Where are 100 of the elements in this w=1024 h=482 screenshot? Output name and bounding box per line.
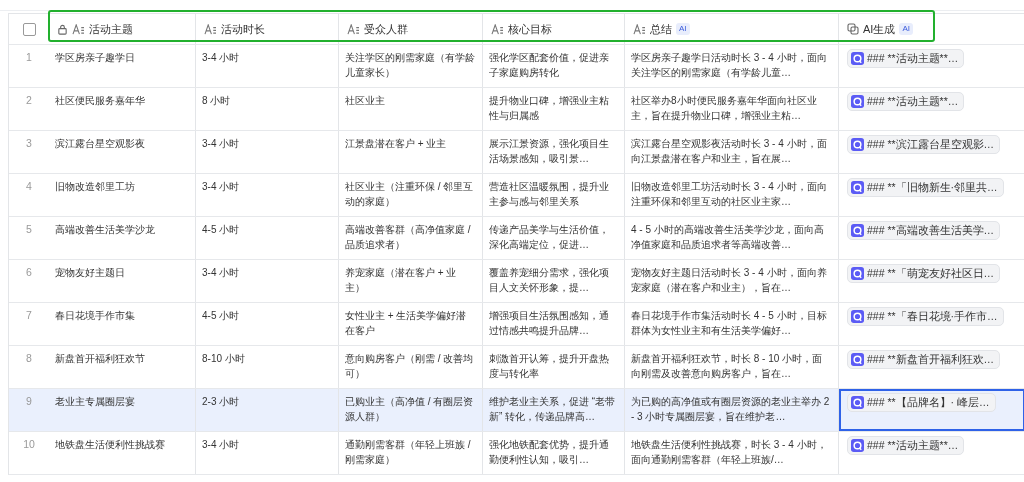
column-header-cell[interactable]: 核心目标: [483, 14, 625, 44]
table-cell-text: 社区举办8小时便民服务嘉年华面向社区业主，旨在提升物业口碑，增强业主粘…: [631, 94, 818, 123]
select-all-checkbox[interactable]: [22, 22, 36, 36]
ai-spark-icon: [851, 224, 864, 237]
ai-spark-icon: [851, 396, 864, 409]
table-cell-text: 高端改善生活美学沙龙: [55, 223, 156, 237]
table-cell-text: 宠物友好主题日活动时长 3 - 4 小时，面向养宠家庭（潜在客户和业主），旨在…: [631, 266, 828, 295]
table-cell-text: 养宠家庭（潜在客户 + 业主）: [345, 266, 458, 295]
table-row[interactable]: 4 旧物改造邻里工坊 3-4 小时 社区业主（注重环保 / 邻里互动的家庭） 营造社区温暖氛围，提升业主参与感与邻里关系 旧物改造邻里工坊活动时长 3 - 4 小时，面向注重环保和邻里互动的社区业主家… ### **「旧物新生·邻里共…: [9, 174, 1024, 217]
column-title: 总结: [650, 21, 672, 37]
row-number: 7: [26, 308, 32, 323]
table-cell-text: 3-4 小时: [202, 51, 241, 65]
ai-cell[interactable]: ### **高端改善生活美学…: [839, 217, 1024, 259]
ai-spark-icon: [851, 95, 864, 108]
table-cell-text: 学区房亲子趣学日: [55, 51, 136, 65]
row-number: 8: [26, 351, 32, 366]
row-number: 5: [26, 222, 32, 237]
table-cell-text: 学区房亲子趣学日活动时长 3 - 4 小时，面向关注学区的刚需家庭（有学龄儿童…: [631, 51, 828, 80]
table-cell-text: 提升物业口碑，增强业主粘性与归属感: [489, 94, 610, 123]
ai-cell[interactable]: ### **新盘首开福利狂欢…: [839, 346, 1024, 388]
lock-icon: [57, 23, 68, 35]
ai-spark-icon: [851, 267, 864, 280]
column-header-cell[interactable]: 活动时长: [196, 14, 339, 44]
text-field-icon: [347, 23, 360, 35]
table-cell-text: 8-10 小时: [202, 352, 246, 366]
table-cell-text: 覆盖养宠细分需求，强化项目人文关怀形象，提…: [489, 266, 610, 295]
ai-cell[interactable]: ### **活动主题**…: [839, 88, 1024, 130]
table-cell-text: 3-4 小时: [202, 266, 241, 280]
table-cell-text: 维护老业主关系，促进 “老带新” 转化，传递品牌高…: [489, 395, 617, 424]
ai-result-chip[interactable]: ### **「春日花境·手作市…: [847, 307, 1004, 326]
column-header-cell[interactable]: 总结 AI: [625, 14, 839, 44]
column-title: 活动时长: [221, 21, 265, 37]
table-cell-text: 4-5 小时: [202, 309, 241, 323]
ai-spark-icon: [851, 138, 864, 151]
ai-cell[interactable]: ### **「旧物新生·邻里共…: [839, 174, 1024, 216]
row-number: 3: [26, 136, 32, 151]
column-header-cell[interactable]: AI生成 AI: [839, 14, 1024, 44]
row-number: 6: [26, 265, 32, 280]
table-row[interactable]: 2 社区便民服务嘉年华 8 小时 社区业主 提升物业口碑，增强业主粘性与归属感 社区举办8小时便民服务嘉年华面向社区业主，旨在提升物业口碑，增强业主粘… ### **活动主题**…: [9, 88, 1024, 131]
table-row[interactable]: 5 高端改善生活美学沙龙 4-5 小时 高端改善客群（高净值家庭 / 品质追求者） 传递产品美学与生活价值，深化高端定位，促进… 4 - 5 小时的高端改善生活美学沙龙，面向高净值家庭和品质追求者等高端改善… ### **高端改善生活美学…: [9, 217, 1024, 260]
ai-result-chip[interactable]: ### **活动主题**…: [847, 49, 965, 68]
ai-spark-icon: [851, 439, 864, 452]
text-field-icon: [491, 23, 504, 35]
ai-cell[interactable]: ### **「春日花境·手作市…: [839, 303, 1024, 345]
copy-field-icon: [847, 23, 859, 35]
table-cell-text: 4-5 小时: [202, 223, 241, 237]
table-cell-text: 3-4 小时: [202, 137, 241, 151]
table-cell-text: 宠物友好主题日: [55, 266, 126, 280]
table-cell-text: 春日花境手作市集: [55, 309, 136, 323]
table-cell-text: 社区便民服务嘉年华: [55, 94, 146, 108]
ai-result-chip[interactable]: ### **新盘首开福利狂欢…: [847, 350, 1001, 369]
table-row[interactable]: 3 滨江露台星空观影夜 3-4 小时 江景盘潜在客户 + 业主 展示江景资源，强化项目生活场景感知，吸引景… 滨江露台星空观影夜活动时长 3 - 4 小时，面向江景盘潜在客户和业主，旨在展… ### **滨江露台星空观影…: [9, 131, 1024, 174]
column-title: 核心目标: [508, 21, 552, 37]
row-number: 2: [26, 93, 32, 108]
table-row[interactable]: 10 地铁盘生活便利性挑战赛 3-4 小时 通勤刚需客群（年轻上班族 / 刚需家庭） 强化地铁配套优势，提升通勤便利性认知，吸引… 地铁盘生活便利性挑战赛，时长 3 - 4 小时，面向通勤刚需客群（年轻上班族/… ### **活动主题**…: [9, 432, 1024, 475]
ai-cell[interactable]: ### **【品牌名】· 峰层…: [839, 389, 1024, 431]
table-row[interactable]: 7 春日花境手作市集 4-5 小时 女性业主 + 生活美学偏好潜在客户 增强项目生活氛围感知，通过情感共鸣提升品牌… 春日花境手作市集活动时长 4 - 5 小时，目标群体为女性业主和有生活美学偏好… ### **「春日花境·手作市…: [9, 303, 1024, 346]
row-number: 4: [26, 179, 32, 194]
table-cell-text: 滨江露台星空观影夜: [55, 137, 146, 151]
ai-cell[interactable]: ### **活动主题**…: [839, 432, 1024, 474]
row-number: 1: [26, 50, 32, 65]
table-cell-text: 女性业主 + 生活美学偏好潜在客户: [345, 309, 468, 338]
table-cell-text: 旧物改造邻里工坊活动时长 3 - 4 小时，面向注重环保和邻里互动的社区业主家…: [631, 180, 828, 209]
table-row[interactable]: 9 老业主专属圈层宴 2-3 小时 已购业主（高净值 / 有圈层资源人群） 维护老业主关系，促进 “老带新” 转化，传递品牌高… 为已购的高净值或有圈层资源的老业主举办 2 - 3 小时专属圈层宴，旨在维护老… ### **【品牌名】· 峰层…: [9, 389, 1024, 432]
ai-result-chip[interactable]: ### **高端改善生活美学…: [847, 221, 1001, 240]
ai-result-chip[interactable]: ### **「旧物新生·邻里共…: [847, 178, 1004, 197]
ai-result-chip[interactable]: ### **「萌宠友好社区日…: [847, 264, 1001, 283]
text-field-icon: [633, 23, 646, 35]
table-cell-text: 已购业主（高净值 / 有圈层资源人群）: [345, 395, 475, 424]
table-cell-text: 增强项目生活氛围感知，通过情感共鸣提升品牌…: [489, 309, 610, 338]
table-cell-text: 滨江露台星空观影夜活动时长 3 - 4 小时，面向江景盘潜在客户和业主，旨在展…: [631, 137, 828, 166]
column-header-cell[interactable]: 活动主题: [49, 14, 196, 44]
table-cell-text: 地铁盘生活便利性挑战赛: [55, 438, 166, 452]
table-cell-text: 为已购的高净值或有圈层资源的老业主举办 2 - 3 小时专属圈层宴，旨在维护老…: [631, 395, 831, 424]
column-title: AI生成: [863, 21, 896, 37]
table-cell-text: 3-4 小时: [202, 438, 241, 452]
table-cell-text: 江景盘潜在客户 + 业主: [345, 137, 448, 151]
ai-result-chip[interactable]: ### **滨江露台星空观影…: [847, 135, 1001, 154]
table-row[interactable]: 1 学区房亲子趣学日 3-4 小时 关注学区的刚需家庭（有学龄儿童家长） 强化学区配套价值，促进亲子家庭购房转化 学区房亲子趣学日活动时长 3 - 4 小时，面向关注学区的刚需家庭（有学龄儿童… ### **活动主题**…: [9, 45, 1024, 88]
table-row[interactable]: 6 宠物友好主题日 3-4 小时 养宠家庭（潜在客户 + 业主） 覆盖养宠细分需求，强化项目人文关怀形象，提… 宠物友好主题日活动时长 3 - 4 小时，面向养宠家庭（潜在客户和业主），旨在… ### **「萌宠友好社区日…: [9, 260, 1024, 303]
table-cell-text: 通勤刚需客群（年轻上班族 / 刚需家庭）: [345, 438, 472, 467]
ai-spark-icon: [851, 52, 864, 65]
table-cell-text: 新盘首开福利狂欢节，时长 8 - 10 小时，面向刚需及改善意向购房客户，旨在…: [631, 352, 824, 381]
table-cell-text: 4 - 5 小时的高端改善生活美学沙龙，面向高净值家庭和品质追求者等高端改善…: [631, 223, 825, 252]
ai-cell[interactable]: ### **滨江露台星空观影…: [839, 131, 1024, 173]
table-cell-text: 营造社区温暖氛围，提升业主参与感与邻里关系: [489, 180, 610, 209]
table-cell-text: 刺激首开认筹，提升开盘热度与转化率: [489, 352, 610, 381]
ai-result-chip[interactable]: ### **活动主题**…: [847, 436, 965, 455]
table-cell-text: 高端改善客群（高净值家庭 / 品质追求者）: [345, 223, 472, 252]
table-cell-text: 旧物改造邻里工坊: [55, 180, 136, 194]
column-title: 受众人群: [364, 21, 408, 37]
text-field-icon: [204, 23, 217, 35]
table-cell-text: 强化地铁配套优势，提升通勤便利性认知，吸引…: [489, 438, 610, 467]
ai-result-chip[interactable]: ### **活动主题**…: [847, 92, 965, 111]
ai-cell[interactable]: ### **活动主题**…: [839, 45, 1024, 87]
ai-cell[interactable]: ### **「萌宠友好社区日…: [839, 260, 1024, 302]
ai-result-chip[interactable]: ### **【品牌名】· 峰层…: [847, 393, 996, 412]
column-header-cell[interactable]: 受众人群: [339, 14, 483, 44]
table-cell-text: 地铁盘生活便利性挑战赛，时长 3 - 4 小时，面向通勤刚需客群（年轻上班族/…: [631, 438, 828, 467]
ai-spark-icon: [851, 181, 864, 194]
